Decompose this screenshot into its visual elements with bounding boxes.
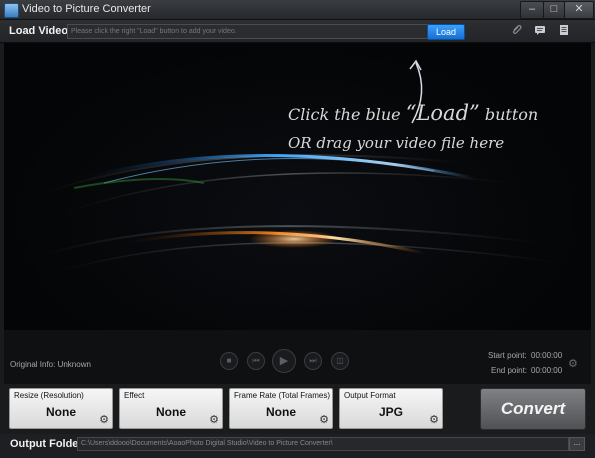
- window-title: Video to Picture Converter: [22, 3, 151, 15]
- frame-rate-label: Frame Rate (Total Frames): [234, 391, 331, 400]
- instruction-load-word: “Load”: [405, 101, 480, 125]
- app-icon: [4, 3, 19, 18]
- maximize-button[interactable]: □: [543, 1, 565, 19]
- instruction-text: button: [479, 105, 539, 124]
- load-video-bar: Load Video: Please click the right "Load…: [0, 20, 595, 43]
- resize-label: Resize (Resolution): [14, 391, 84, 400]
- video-path-field[interactable]: Please click the right "Load" button to …: [67, 24, 429, 39]
- output-folder-field[interactable]: C:\Users\ddooo\Documents\AoaoPhoto Digit…: [77, 437, 569, 451]
- play-button[interactable]: ▶: [272, 349, 296, 373]
- effect-gear-icon[interactable]: ⚙: [209, 413, 219, 426]
- drag-instruction-line2: OR drag your video file here: [288, 134, 505, 152]
- convert-button[interactable]: Convert: [480, 388, 586, 430]
- paperclip-icon[interactable]: [510, 24, 524, 38]
- effect-value: None: [156, 405, 186, 419]
- load-video-label: Load Video:: [9, 25, 72, 37]
- effect-setting[interactable]: Effect None ⚙: [119, 388, 223, 429]
- start-point-label: Start point:: [488, 351, 527, 360]
- resize-setting[interactable]: Resize (Resolution) None ⚙: [9, 388, 113, 429]
- resize-gear-icon[interactable]: ⚙: [99, 413, 109, 426]
- close-button[interactable]: ✕: [564, 1, 594, 19]
- output-format-label: Output Format: [344, 391, 396, 400]
- light-streaks: [33, 59, 565, 274]
- output-format-setting[interactable]: Output Format JPG ⚙: [339, 388, 443, 429]
- original-info: Original Info: Unknown: [10, 360, 91, 369]
- load-instruction-line1: Click the blue “Load” button: [288, 101, 538, 125]
- instruction-text: Click the blue: [288, 105, 406, 124]
- start-point-value: 00:00:00: [531, 351, 563, 360]
- previous-frame-button[interactable]: ⏮: [247, 352, 265, 370]
- end-point-label: End point:: [491, 366, 528, 375]
- stop-button[interactable]: ■: [220, 352, 238, 370]
- end-point-value: 00:00:00: [531, 366, 563, 375]
- point-settings-gear-icon[interactable]: ⚙: [568, 357, 578, 370]
- output-format-value: JPG: [378, 405, 403, 419]
- next-frame-button[interactable]: ⏭: [304, 352, 322, 370]
- frame-rate-setting[interactable]: Frame Rate (Total Frames) None ⚙: [229, 388, 333, 429]
- chat-icon[interactable]: [533, 24, 547, 38]
- notes-icon[interactable]: [557, 24, 571, 38]
- frame-rate-gear-icon[interactable]: ⚙: [319, 413, 329, 426]
- video-preview-area[interactable]: Click the blue “Load” button OR drag you…: [4, 43, 591, 330]
- frame-rate-value: None: [266, 405, 296, 419]
- effect-label: Effect: [124, 391, 145, 400]
- output-folder-label: Output Folder:: [10, 438, 87, 450]
- browse-folder-button[interactable]: ...: [569, 437, 585, 451]
- minimize-button[interactable]: –: [520, 1, 544, 19]
- load-button[interactable]: Load: [427, 24, 465, 40]
- resize-value: None: [46, 405, 76, 419]
- snapshot-button[interactable]: ◫: [331, 352, 349, 370]
- output-format-gear-icon[interactable]: ⚙: [429, 413, 439, 426]
